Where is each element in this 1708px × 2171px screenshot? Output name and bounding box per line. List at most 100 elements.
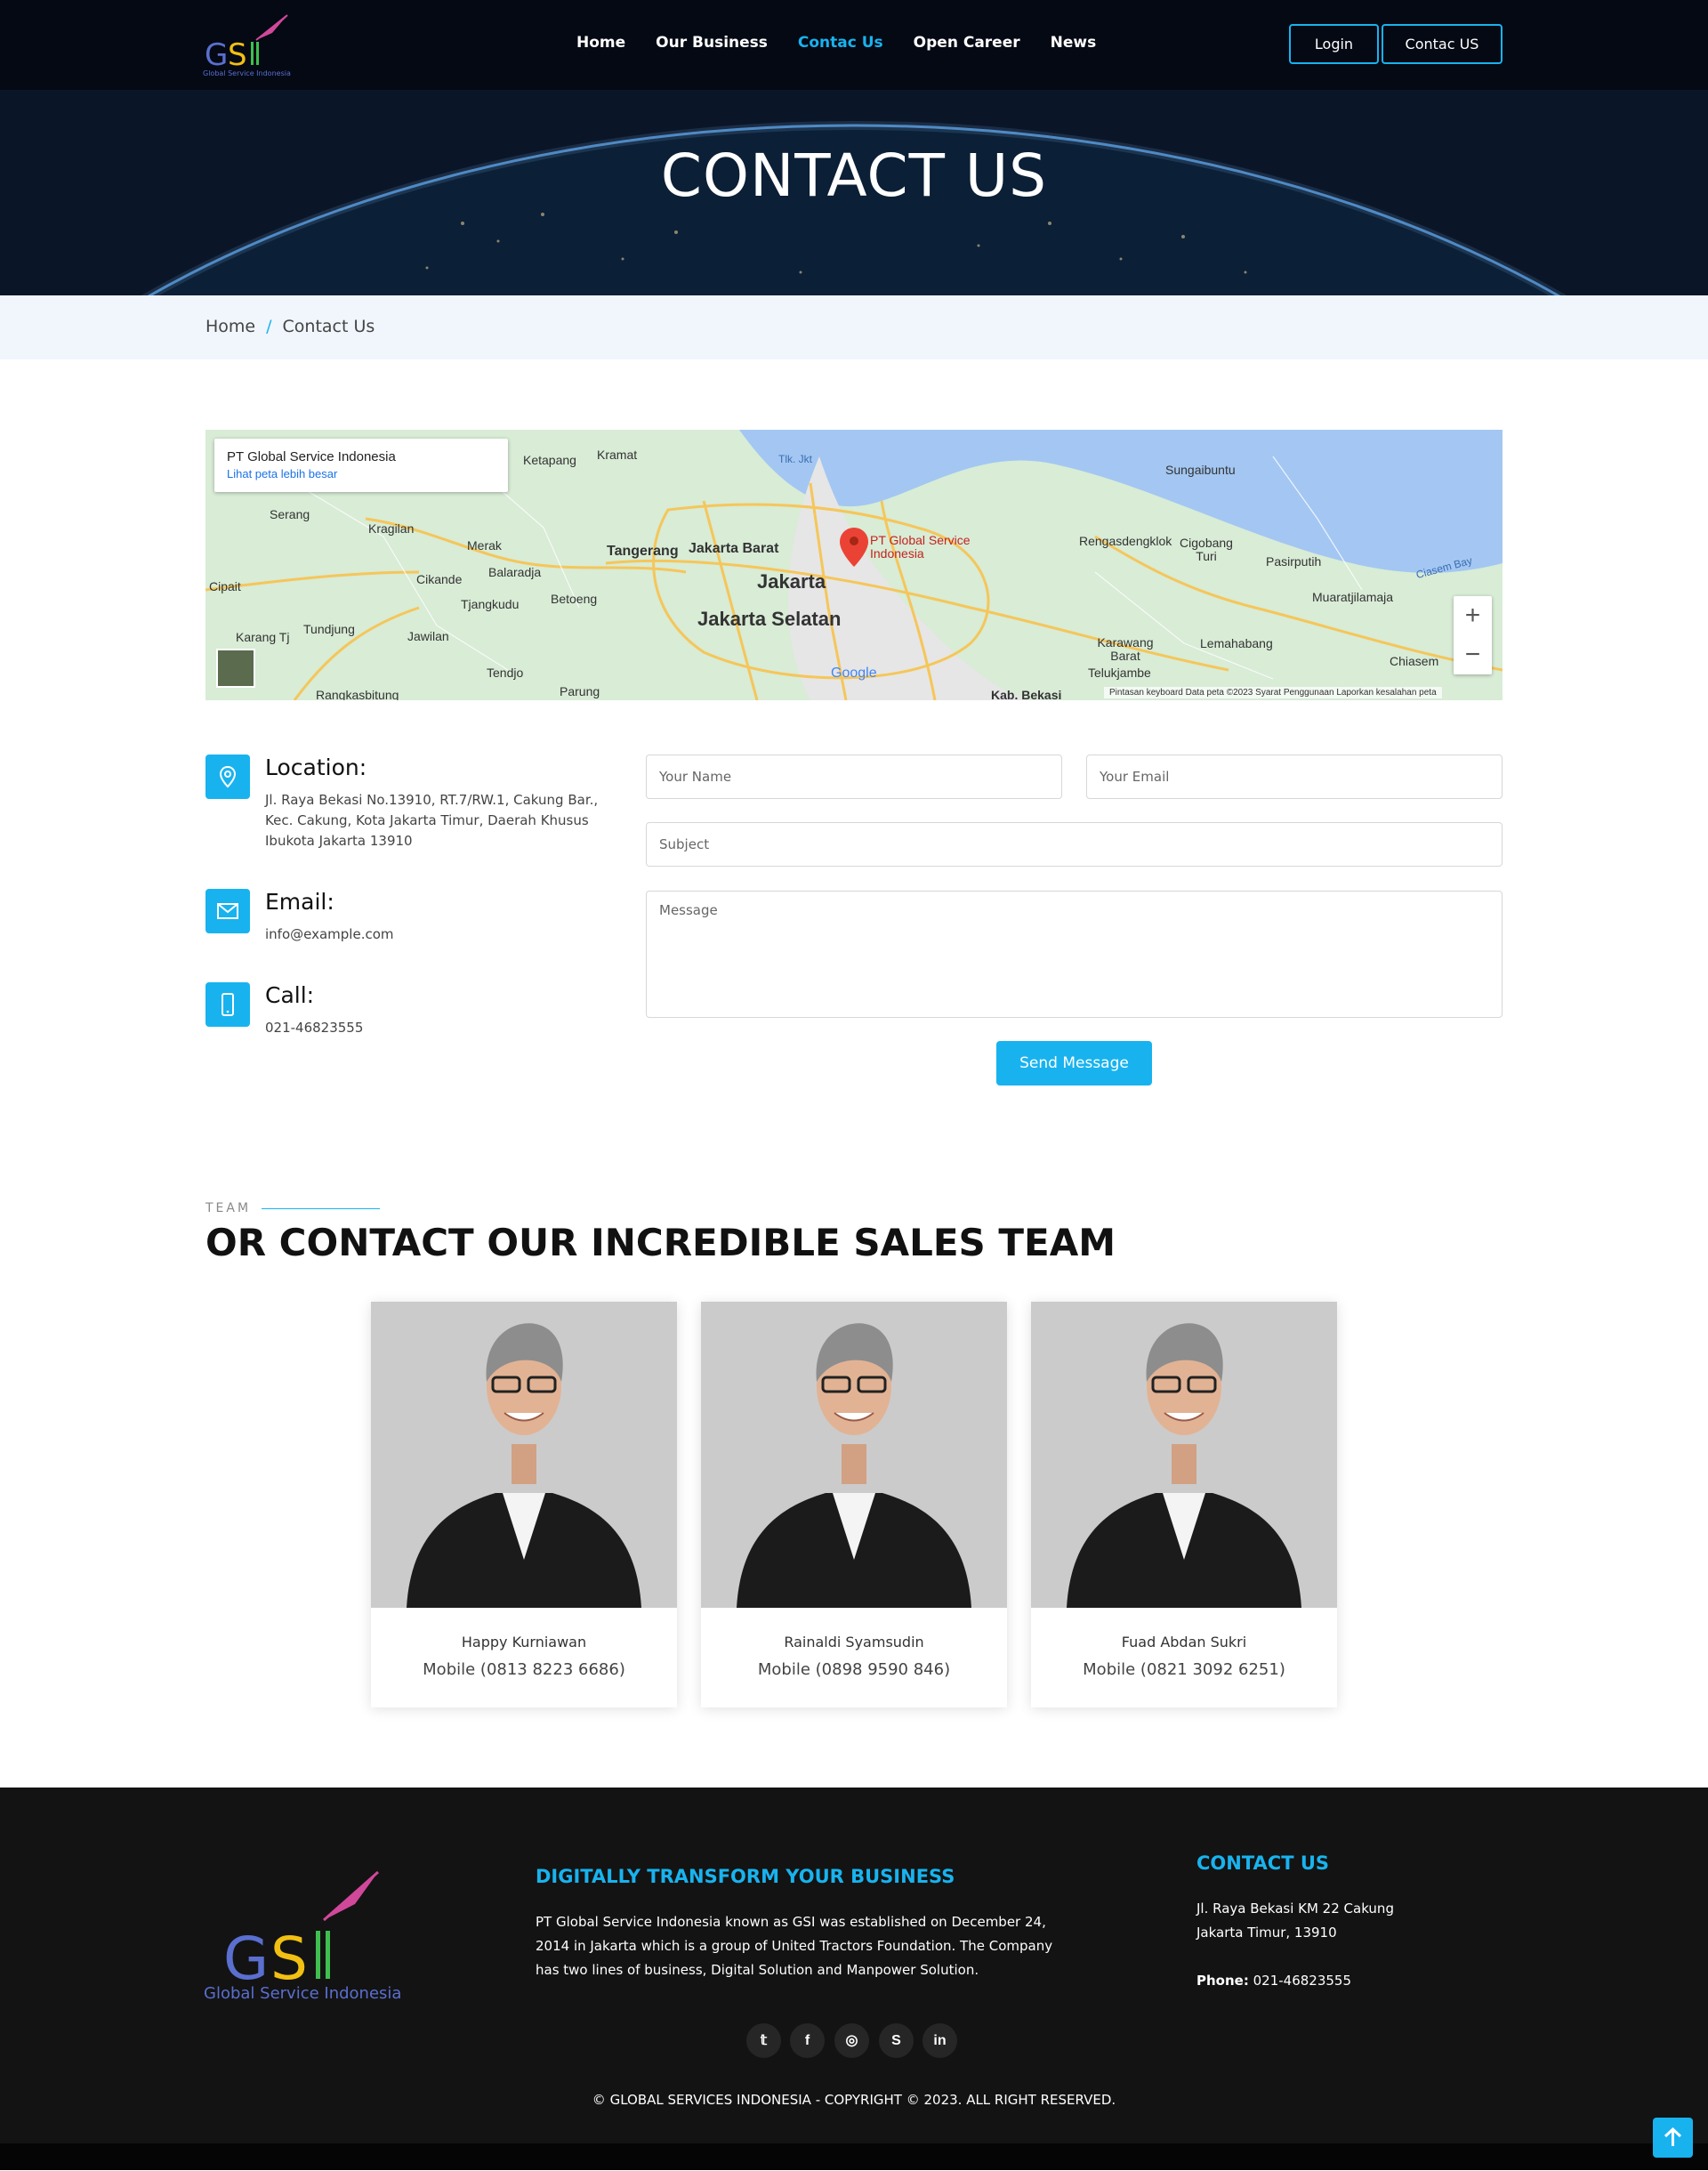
svg-text:S: S [270, 1925, 308, 1993]
arrow-up-icon [1664, 2127, 1682, 2146]
zoom-out-button[interactable]: − [1454, 635, 1492, 674]
team-card: Fuad Abdan Sukri Mobile (0821 3092 6251) [1031, 1302, 1337, 1707]
member-mobile: Mobile (0898 9590 846) [757, 1660, 951, 1679]
message-field[interactable]: Message [646, 891, 1503, 1018]
send-message-button[interactable]: Send Message [996, 1041, 1152, 1086]
nav-home[interactable]: Home [576, 34, 625, 52]
footer-phone-label: Phone: [1196, 1973, 1249, 1989]
map-label: Chiasem [1390, 654, 1439, 668]
map-place-card: PT Global Service Indonesia Lihat peta l… [214, 439, 508, 492]
nav-contact-us[interactable]: Contac Us [798, 34, 883, 52]
gsi-logo[interactable]: G S Global Service Indonesia [203, 13, 301, 77]
team-photo [701, 1302, 1007, 1608]
email-field[interactable]: Your Email [1086, 755, 1503, 799]
map-label: Merak [467, 538, 502, 553]
view-larger-map-link[interactable]: Lihat peta lebih besar [227, 467, 495, 480]
email-text[interactable]: info@example.com [265, 924, 630, 945]
map-label: Pasirputih [1266, 554, 1322, 569]
section-tag: TEAM [205, 1201, 252, 1215]
map-pin-label: PT Global Service Indonesia [870, 533, 971, 561]
svg-text:S: S [228, 37, 247, 73]
map-label: Sungaibuntu [1165, 463, 1236, 477]
map-label: Tlk. Jkt [778, 453, 812, 465]
map-zoom-controls: + − [1454, 596, 1492, 674]
map-label: Jakarta Selatan [697, 608, 842, 630]
subject-field[interactable]: Subject [646, 822, 1503, 867]
google-map[interactable]: PT Global Service Indonesia Jakarta Jaka… [205, 430, 1503, 700]
nav-our-business[interactable]: Our Business [656, 34, 768, 52]
location-text: Jl. Raya Bekasi No.13910, RT.7/RW.1, Cak… [265, 792, 599, 849]
footer-about-text: PT Global Service Indonesia known as GSI… [536, 1914, 1053, 1978]
footer-address-line2: Jakarta Timur, 13910 [1196, 1925, 1337, 1941]
hero-banner: CONTACT US [0, 90, 1708, 295]
svg-text:G: G [205, 37, 228, 73]
linkedin-icon[interactable]: in [922, 2023, 957, 2058]
team-heading: OR CONTACT OUR INCREDIBLE SALES TEAM [205, 1221, 1116, 1264]
svg-text:Global Service Indonesia: Global Service Indonesia [203, 69, 291, 77]
map-label: Cigobang Turi [1180, 536, 1233, 563]
contact-us-button[interactable]: Contac US [1382, 24, 1503, 64]
map-label: Kragilan [368, 521, 415, 536]
twitter-icon[interactable]: 𝕥 [746, 2023, 781, 2058]
map-label: Tangerang [607, 544, 679, 559]
map-label: Telukjambe [1088, 666, 1151, 680]
back-to-top-button[interactable] [1653, 2118, 1693, 2158]
footer-about-title: DIGITALLY TRANSFORM YOUR BUSINESS [536, 1866, 955, 1887]
satellite-toggle[interactable] [216, 649, 255, 688]
copyright-text: © GLOBAL SERVICES INDONESIA - COPYRIGHT … [592, 2092, 1116, 2108]
location-title: Location: [265, 755, 367, 780]
map-label: Cipait [209, 579, 241, 593]
envelope-icon [205, 889, 250, 933]
member-name: Fuad Abdan Sukri [1121, 1634, 1247, 1650]
top-navbar: G S Global Service Indonesia Home Our Bu… [0, 0, 1708, 90]
google-logo: Google [831, 666, 877, 681]
instagram-icon[interactable]: ◎ [834, 2023, 869, 2058]
svg-text:G: G [223, 1925, 269, 1993]
team-card: Happy Kurniawan Mobile (0813 8223 6686) [371, 1302, 677, 1707]
member-name: Rainaldi Syamsudin [784, 1634, 924, 1650]
map-place-title: PT Global Service Indonesia [227, 449, 396, 464]
zoom-in-button[interactable]: + [1454, 596, 1492, 635]
nav-open-career[interactable]: Open Career [914, 34, 1020, 52]
page-title: CONTACT US [660, 141, 1048, 210]
breadcrumb-separator: / [266, 317, 272, 336]
map-marker-icon [205, 755, 250, 799]
map-label: Serang [270, 507, 310, 521]
phone-icon [205, 982, 250, 1027]
footer-address-line1: Jl. Raya Bekasi KM 22 Cakung [1196, 1901, 1394, 1917]
map-label: Tundjung [303, 622, 355, 636]
login-button[interactable]: Login [1289, 24, 1379, 64]
email-title: Email: [265, 889, 334, 915]
footer-phone: Phone: 021-46823555 [1196, 1969, 1351, 1993]
nav-news[interactable]: News [1051, 34, 1097, 52]
map-label: Jakarta Barat [689, 541, 779, 556]
breadcrumb: Home / Contact Us [0, 295, 1708, 359]
map-attribution[interactable]: Pintasan keyboard Data peta ©2023 Syarat… [1104, 687, 1442, 698]
member-mobile: Mobile (0821 3092 6251) [1083, 1660, 1285, 1679]
name-field[interactable]: Your Name [646, 755, 1062, 799]
map-label: Karawang Barat [1097, 635, 1154, 663]
map-label: Kab. Bekasi [991, 688, 1062, 700]
map-label: Balaradja [488, 565, 542, 579]
footer-gsi-logo: G S Global Service Indonesia [204, 1870, 401, 2002]
call-title: Call: [265, 982, 315, 1008]
map-label: Rangkasbitung [316, 688, 399, 700]
team-photo [371, 1302, 677, 1608]
breadcrumb-home[interactable]: Home [205, 317, 255, 336]
footer-contact-title: CONTACT US [1196, 1852, 1330, 1874]
facebook-icon[interactable]: f [790, 2023, 825, 2058]
map-label: Jawilan [407, 629, 449, 643]
svg-text:Global Service Indonesia: Global Service Indonesia [204, 1984, 401, 2002]
skype-icon[interactable]: S [879, 2023, 914, 2058]
map-label: Kramat [597, 448, 638, 462]
breadcrumb-current: Contact Us [282, 317, 375, 336]
team-card: Rainaldi Syamsudin Mobile (0898 9590 846… [701, 1302, 1007, 1707]
footer-phone-value[interactable]: 021-46823555 [1253, 1973, 1351, 1989]
footer-bottom-bar [0, 2143, 1708, 2170]
member-mobile: Mobile (0813 8223 6686) [423, 1660, 625, 1679]
map-label: Tjangkudu [461, 597, 520, 611]
map-label: Cikande [416, 572, 463, 586]
call-text[interactable]: 021-46823555 [265, 1018, 630, 1038]
member-name: Happy Kurniawan [461, 1634, 587, 1650]
map-label: Muaratjilamaja [1312, 590, 1394, 604]
